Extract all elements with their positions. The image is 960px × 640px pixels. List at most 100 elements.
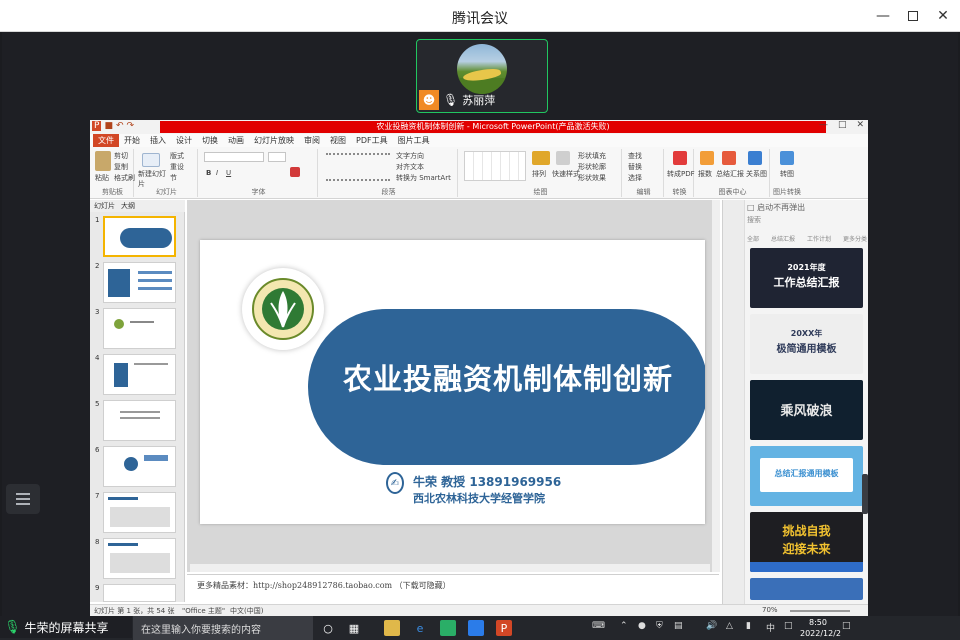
tencent-meeting-icon[interactable] — [468, 620, 484, 636]
tray-chevron-icon[interactable]: ⌃ — [620, 621, 628, 631]
slide-thumbnail[interactable] — [103, 538, 176, 579]
chat-panel-toggle[interactable] — [6, 484, 40, 514]
battery-icon[interactable]: ▮ — [746, 621, 751, 631]
tab-review[interactable]: 审阅 — [299, 134, 325, 147]
summary-button[interactable]: 总结汇报 — [716, 169, 744, 179]
horizontal-scrollbar[interactable] — [190, 564, 710, 572]
slide-thumbnail[interactable] — [103, 446, 176, 487]
tab-transitions[interactable]: 切换 — [197, 134, 223, 147]
vertical-scrollbar[interactable] — [712, 200, 720, 572]
shapes-gallery[interactable] — [464, 151, 526, 181]
filter-plan[interactable]: 工作计划 — [807, 234, 831, 243]
cortana-icon[interactable]: ○ — [320, 620, 336, 636]
ppt-minimize-icon[interactable]: — — [819, 120, 828, 130]
taskbar-search[interactable]: 在这里输入你要搜索的内容 — [133, 616, 313, 640]
filter-all[interactable]: 全部 — [747, 234, 759, 243]
summary-icon[interactable] — [722, 151, 736, 165]
template-card[interactable]: 2021年度 工作总结汇报 — [750, 248, 863, 308]
arrange-icon[interactable] — [532, 151, 550, 165]
notes-pane[interactable]: 更多精品素材：http://shop248912786.taobao.com （… — [187, 574, 719, 604]
tab-home[interactable]: 开始 — [119, 134, 145, 147]
quick-styles-icon[interactable] — [556, 151, 570, 165]
zoom-level[interactable]: 70% — [762, 606, 778, 614]
tab-view[interactable]: 视图 — [325, 134, 351, 147]
template-card[interactable]: 20XX年 极简通用模板 — [750, 314, 863, 374]
paste-label[interactable]: 粘贴 — [95, 173, 109, 183]
undo-icon[interactable]: ↶ — [116, 121, 124, 131]
ppt-restore-icon[interactable]: □ — [838, 120, 847, 130]
format-painter-button[interactable]: 格式刷 — [114, 173, 135, 183]
smartart-button[interactable]: 转换为 SmartArt — [396, 173, 451, 183]
underline-button[interactable]: U — [226, 169, 231, 177]
relation-button[interactable]: 关系图 — [746, 169, 767, 179]
tab-insert[interactable]: 插入 — [145, 134, 171, 147]
arrange-button[interactable]: 排列 — [532, 169, 546, 179]
align-text-button[interactable]: 对齐文本 — [396, 162, 424, 172]
tab-outline[interactable]: 大纲 — [121, 201, 135, 211]
ppt-close-icon[interactable]: ✕ — [856, 120, 864, 130]
ppt-window-controls[interactable]: — □ ✕ — [819, 120, 864, 130]
paste-icon[interactable] — [95, 151, 111, 171]
input-mode-icon[interactable]: □ — [784, 621, 793, 631]
shape-fill-button[interactable]: 形状填充 — [578, 151, 606, 161]
template-search[interactable]: 搜索 — [747, 215, 761, 225]
find-button[interactable]: 查找 — [628, 151, 642, 161]
current-slide[interactable]: 农业投融资机制体制创新 ✍ 牛荣 教授 13891969956 西北农林科技大学… — [200, 240, 705, 524]
paragraph-align-icons[interactable] — [326, 153, 390, 181]
task-view-icon[interactable]: ▦ — [346, 620, 362, 636]
slide-thumbnail[interactable] — [103, 262, 176, 303]
checkbox-icon[interactable]: □ — [747, 203, 755, 212]
section-button[interactable]: 节 — [170, 173, 177, 183]
bold-button[interactable]: B — [206, 169, 211, 177]
report-button[interactable]: 报数 — [698, 169, 712, 179]
screen-share-indicator[interactable]: 🎙 牛荣的屏幕共享 — [0, 616, 132, 638]
cut-button[interactable]: 剪切 — [114, 151, 128, 161]
filter-summary[interactable]: 总结汇报 — [771, 234, 795, 243]
to-image-button[interactable]: 转图 — [780, 169, 794, 179]
font-color-icon[interactable] — [290, 167, 300, 177]
tab-slides[interactable]: 幻灯片 — [94, 201, 115, 211]
participant-video-tile[interactable]: ☻ 🎙 苏丽萍 — [416, 39, 548, 113]
close-button[interactable]: ✕ — [928, 4, 958, 28]
tray-app-icon[interactable]: ● — [638, 621, 646, 631]
tab-file[interactable]: 文件 — [93, 134, 119, 147]
shield-icon[interactable]: ⛨ — [656, 621, 663, 631]
shape-outline-button[interactable]: 形状轮廓 — [578, 162, 606, 172]
font-name-select[interactable] — [204, 152, 264, 162]
wifi-icon[interactable]: △ — [726, 621, 733, 631]
italic-button[interactable]: I — [216, 169, 218, 177]
save-icon[interactable]: ■ — [104, 121, 113, 131]
font-size-select[interactable] — [268, 152, 286, 162]
redo-icon[interactable]: ↷ — [127, 121, 135, 131]
tab-pdf-tools[interactable]: PDF工具 — [351, 134, 393, 147]
quick-access-toolbar[interactable]: P ■ ↶ ↷ — [92, 121, 134, 131]
maximize-button[interactable] — [898, 4, 928, 28]
volume-icon[interactable]: 🔊 — [706, 621, 717, 631]
template-card[interactable] — [750, 578, 863, 600]
tab-slideshow[interactable]: 幻灯片放映 — [249, 134, 299, 147]
to-image-icon[interactable] — [780, 151, 794, 165]
new-slide-icon[interactable] — [142, 153, 160, 167]
to-pdf-button[interactable]: 转成PDF — [667, 169, 695, 179]
template-card[interactable]: 总结汇报通用模板 — [750, 446, 863, 506]
quick-styles-button[interactable]: 快速样式 — [552, 169, 580, 179]
replace-button[interactable]: 替换 — [628, 162, 642, 172]
slide-thumbnail[interactable] — [103, 584, 176, 602]
ime-indicator[interactable]: 中 — [766, 621, 775, 634]
shape-effects-button[interactable]: 形状效果 — [578, 173, 606, 183]
relation-icon[interactable] — [748, 151, 762, 165]
filter-more[interactable]: 更多分类 — [843, 234, 867, 243]
new-slide-button[interactable]: 新建幻灯片 — [138, 169, 166, 189]
keyboard-icon[interactable]: ⌨ — [592, 621, 605, 631]
slide-thumbnail[interactable] — [103, 400, 176, 441]
powerpoint-taskbar-icon[interactable]: P — [496, 620, 512, 636]
select-button[interactable]: 选择 — [628, 173, 642, 183]
file-explorer-icon[interactable] — [384, 620, 400, 636]
slide-thumbnail[interactable] — [103, 354, 176, 395]
slide-thumbnail[interactable] — [103, 308, 176, 349]
slide-thumbnail[interactable] — [103, 492, 176, 533]
text-direction-button[interactable]: 文字方向 — [396, 151, 424, 161]
tab-design[interactable]: 设计 — [171, 134, 197, 147]
copy-button[interactable]: 复制 — [114, 162, 128, 172]
template-card[interactable]: 挑战自我 迎接未来 — [750, 512, 863, 572]
